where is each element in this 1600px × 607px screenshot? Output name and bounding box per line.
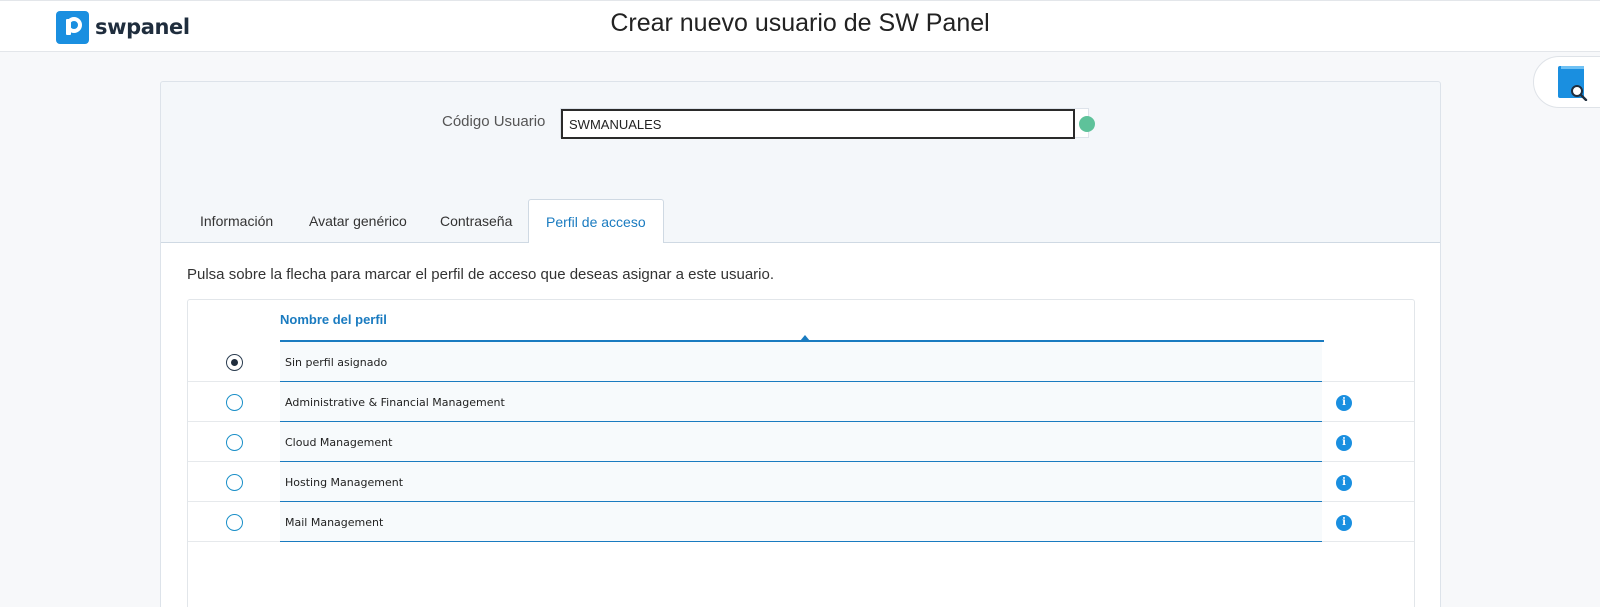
profile-radio[interactable]: [226, 394, 243, 411]
profile-name: Mail Management: [285, 516, 384, 529]
tab-contrasena[interactable]: Contraseña: [440, 199, 512, 243]
profile-name-cell: Administrative & Financial Management: [280, 382, 1322, 422]
tab-perfil-de-acceso[interactable]: Perfil de acceso: [528, 199, 664, 244]
user-code-field-wrapper: [560, 108, 1095, 139]
manual-help-button[interactable]: [1533, 56, 1600, 108]
top-header: swpanel Crear nuevo usuario de SW Panel: [0, 0, 1600, 52]
instruction-text: Pulsa sobre la flecha para marcar el per…: [187, 266, 774, 283]
table-row: Hosting Management i: [188, 462, 1414, 502]
profile-name: Sin perfil asignado: [285, 356, 388, 369]
user-code-row: Código Usuario: [161, 108, 1440, 139]
access-profile-panel: Pulsa sobre la flecha para marcar el per…: [161, 243, 1440, 607]
info-icon[interactable]: i: [1336, 395, 1352, 411]
profile-table: Nombre del perfil Sin perfil asignado Ad…: [187, 299, 1415, 607]
info-icon[interactable]: i: [1336, 475, 1352, 491]
profile-radio[interactable]: [226, 434, 243, 451]
user-form-card: Código Usuario Información Avatar genéri…: [160, 81, 1441, 607]
profile-name-cell: Sin perfil asignado: [280, 342, 1322, 382]
page-title: Crear nuevo usuario de SW Panel: [610, 9, 990, 37]
profile-name-cell: Hosting Management: [280, 462, 1322, 502]
table-row: Mail Management i: [188, 502, 1414, 542]
info-icon[interactable]: i: [1336, 515, 1352, 531]
table-row: Administrative & Financial Management i: [188, 382, 1414, 422]
validation-status-dot: [1079, 116, 1095, 132]
profile-radio[interactable]: [226, 354, 243, 371]
manual-search-icon: [1556, 63, 1590, 106]
profile-name: Cloud Management: [285, 436, 393, 449]
profile-name: Hosting Management: [285, 476, 404, 489]
profile-radio[interactable]: [226, 474, 243, 491]
user-code-label: Código Usuario: [442, 113, 546, 130]
profile-name-cell: Cloud Management: [280, 422, 1322, 462]
profile-radio[interactable]: [226, 514, 243, 531]
column-header-profile-name[interactable]: Nombre del perfil: [280, 312, 387, 327]
table-row: Sin perfil asignado: [188, 342, 1414, 382]
profile-name: Administrative & Financial Management: [285, 396, 505, 409]
tab-avatar-generico[interactable]: Avatar genérico: [309, 199, 407, 243]
profile-name-cell: Mail Management: [280, 502, 1322, 542]
info-icon[interactable]: i: [1336, 435, 1352, 451]
tab-informacion[interactable]: Información: [200, 199, 273, 243]
user-code-input[interactable]: [561, 109, 1075, 139]
table-header: Nombre del perfil: [188, 300, 1414, 342]
tab-bar: Información Avatar genérico Contraseña P…: [161, 199, 1440, 244]
table-row: Cloud Management i: [188, 422, 1414, 462]
